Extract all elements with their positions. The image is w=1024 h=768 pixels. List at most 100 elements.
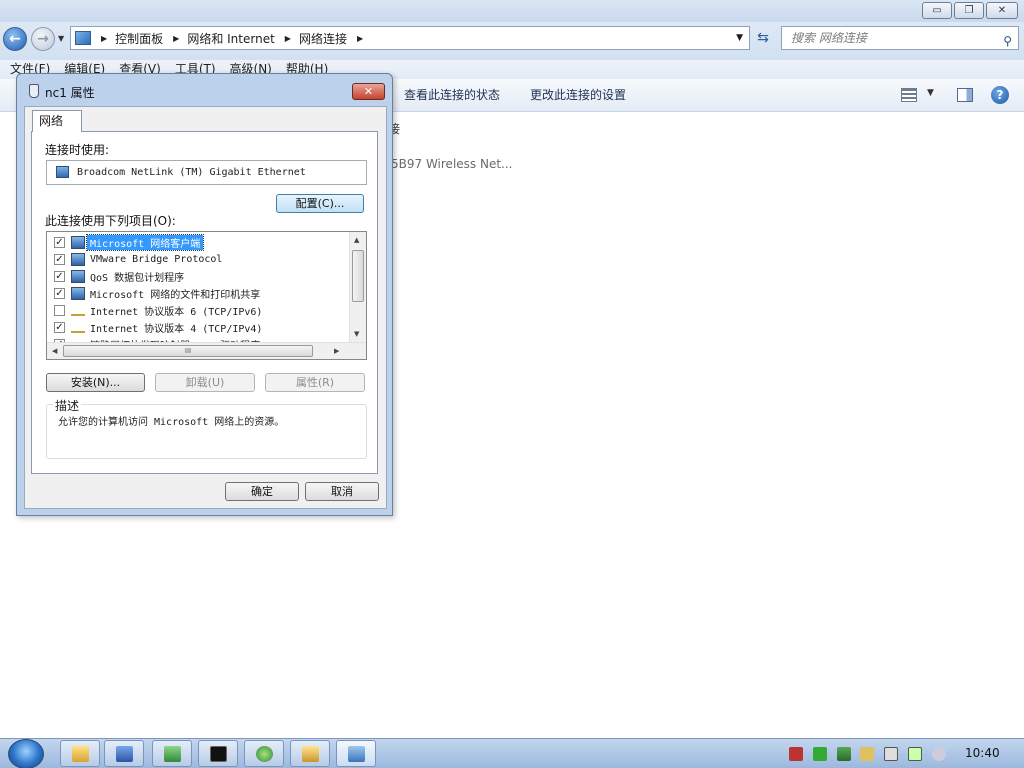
uninstall-button[interactable]: 卸载(U) (155, 373, 255, 392)
vertical-scrollbar[interactable]: ▲ ▼ (349, 232, 366, 343)
address-dropdown-icon[interactable]: ▼ (736, 33, 743, 43)
excel-icon (164, 746, 181, 762)
properties-button[interactable]: 属性(R) (265, 373, 365, 392)
scroll-thumb[interactable]: III (63, 345, 313, 357)
list-item[interactable]: ✓ Internet 协议版本 4 (TCP/IPv4) (47, 319, 347, 336)
item-checkbox[interactable] (54, 305, 65, 316)
minimize-button[interactable]: ▭ (922, 2, 952, 19)
breadcrumb-network-connections[interactable]: 网络连接 (299, 30, 347, 47)
item-checkbox[interactable]: ✓ (54, 271, 65, 282)
scroll-right-icon[interactable]: ▶ (334, 347, 339, 355)
network-adapter-icon (56, 166, 69, 178)
item-label: Internet 协议版本 4 (TCP/IPv4) (90, 324, 263, 335)
taskbar-cmd[interactable] (198, 740, 238, 767)
volume-icon[interactable] (932, 747, 946, 761)
help-icon[interactable]: ? (991, 86, 1009, 104)
item-label: QoS 数据包计划程序 (90, 273, 185, 284)
connection-adapter-fragment: 5B97 Wireless Net... (391, 157, 513, 171)
taskbar-network-connections[interactable] (336, 740, 376, 767)
components-list[interactable]: ✓ Microsoft 网络客户端 ✓ VMware Bridge Protoc… (46, 231, 367, 360)
install-button[interactable]: 安装(N)... (46, 373, 145, 392)
connect-using-label: 连接时使用: (45, 143, 110, 157)
dialog-close-button[interactable]: ✕ (352, 83, 385, 100)
clock[interactable]: 10:40 (965, 746, 1000, 760)
address-bar[interactable]: ▶ 控制面板 ▶ 网络和 Internet ▶ 网络连接 ▶ ▼ (70, 26, 750, 50)
refresh-icon[interactable]: ⇆ (752, 27, 774, 49)
properties-dialog: nc1 属性 ✕ 网络 连接时使用: Broadcom NetLink (TM)… (16, 73, 393, 516)
tab-network[interactable]: 网络 (32, 110, 82, 132)
description-group: 描述 允许您的计算机访问 Microsoft 网络上的资源。 (46, 397, 367, 459)
tray-flag-icon[interactable] (860, 747, 874, 761)
change-settings-command[interactable]: 更改此连接的设置 (530, 79, 626, 112)
taskbar-notes[interactable] (290, 740, 330, 767)
breadcrumb-network-internet[interactable]: 网络和 Internet (187, 30, 274, 47)
search-icon[interactable]: ⚲ (1003, 30, 1012, 52)
chevron-right-icon[interactable]: ▶ (357, 34, 363, 43)
network-service-icon (71, 253, 85, 266)
address-row: ← → ▼ ▶ 控制面板 ▶ 网络和 Internet ▶ 网络连接 ▶ ▼ ⇆… (0, 22, 1024, 60)
dialog-title: nc1 属性 (45, 86, 95, 100)
dialog-body: 网络 连接时使用: Broadcom NetLink (TM) Gigabit … (24, 106, 387, 509)
start-button[interactable] (8, 739, 44, 768)
ie-icon (256, 746, 273, 762)
ok-button[interactable]: 确定 (225, 482, 299, 501)
tray-app-icon[interactable] (789, 747, 803, 761)
network-service-icon (71, 287, 85, 300)
maximize-button[interactable]: ❐ (954, 2, 984, 19)
item-checkbox[interactable]: ✓ (54, 288, 65, 299)
recent-pages-dropdown[interactable]: ▼ (58, 34, 64, 43)
adapter-field: Broadcom NetLink (TM) Gigabit Ethernet (46, 160, 367, 185)
cancel-button[interactable]: 取消 (305, 482, 379, 501)
chevron-right-icon[interactable]: ▶ (101, 34, 107, 43)
close-button[interactable]: ✕ (986, 2, 1018, 19)
word-icon (116, 746, 133, 762)
tray-network-icon[interactable] (908, 747, 922, 761)
notes-icon (302, 746, 319, 762)
taskbar-excel[interactable] (152, 740, 192, 767)
network-tab-panel: 连接时使用: Broadcom NetLink (TM) Gigabit Eth… (31, 131, 378, 474)
list-item[interactable]: ✓ QoS 数据包计划程序 (47, 268, 347, 285)
explorer-icon (72, 746, 89, 762)
protocol-icon (71, 323, 85, 333)
search-placeholder: 搜索 网络连接 (791, 31, 867, 45)
list-item[interactable]: ✓ Microsoft 网络客户端 (47, 234, 347, 251)
item-checkbox[interactable]: ✓ (54, 322, 65, 333)
taskbar: 10:40 (0, 738, 1024, 768)
list-item[interactable]: ✓ VMware Bridge Protocol (47, 251, 347, 268)
horizontal-scrollbar[interactable]: ◀ III ▶ (47, 342, 366, 359)
network-icon (348, 746, 365, 762)
protocol-icon (71, 306, 85, 316)
change-view-icon[interactable] (901, 88, 917, 102)
list-item[interactable]: ✓ Microsoft 网络的文件和打印机共享 (47, 285, 347, 302)
scroll-up-icon[interactable]: ▲ (354, 236, 359, 244)
search-input[interactable]: 搜索 网络连接 ⚲ (781, 26, 1019, 50)
shield-icon[interactable] (837, 747, 851, 761)
window-titlebar: ▭ ❐ ✕ (0, 0, 1024, 22)
caption-buttons: ▭ ❐ ✕ (922, 2, 1018, 19)
cmd-icon (210, 746, 227, 762)
tray-security-icon[interactable] (813, 747, 827, 761)
item-checkbox[interactable]: ✓ (54, 237, 65, 248)
taskbar-word[interactable] (104, 740, 144, 767)
tray-device-icon[interactable] (884, 747, 898, 761)
view-dropdown-icon[interactable]: ▼ (927, 88, 934, 98)
item-checkbox[interactable]: ✓ (54, 254, 65, 265)
breadcrumb-control-panel[interactable]: 控制面板 (115, 30, 163, 47)
network-adapter-icon (29, 84, 39, 98)
preview-pane-icon[interactable] (957, 88, 973, 102)
chevron-right-icon[interactable]: ▶ (173, 34, 179, 43)
scroll-left-icon[interactable]: ◀ (52, 347, 57, 355)
chevron-right-icon[interactable]: ▶ (285, 34, 291, 43)
forward-button[interactable]: → (31, 27, 55, 51)
description-label: 描述 (53, 397, 82, 414)
scroll-thumb[interactable] (352, 250, 364, 302)
back-button[interactable]: ← (3, 27, 27, 51)
taskbar-explorer[interactable] (60, 740, 100, 767)
configure-button[interactable]: 配置(C)... (276, 194, 364, 213)
item-label: VMware Bridge Protocol (90, 254, 223, 265)
scroll-down-icon[interactable]: ▼ (354, 330, 359, 338)
list-item[interactable]: Internet 协议版本 6 (TCP/IPv6) (47, 302, 347, 319)
view-status-command[interactable]: 查看此连接的状态 (404, 79, 500, 112)
taskbar-ie[interactable] (244, 740, 284, 767)
item-label: Microsoft 网络的文件和打印机共享 (90, 290, 261, 301)
